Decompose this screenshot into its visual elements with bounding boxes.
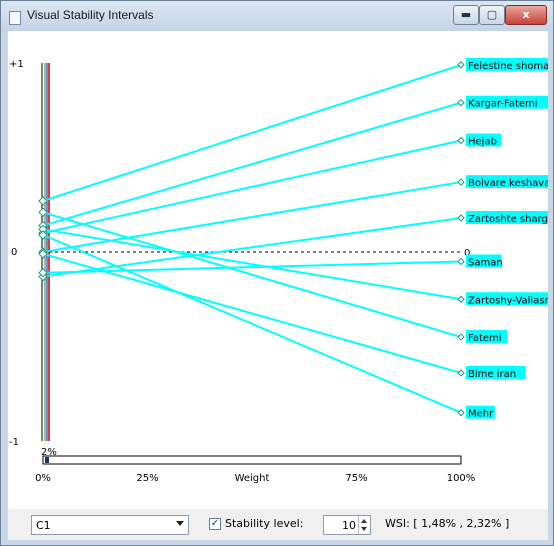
series-label: Mehr bbox=[468, 409, 494, 420]
x-tick-label: 75% bbox=[345, 473, 367, 484]
right-point-marker bbox=[457, 257, 465, 266]
minimize-button[interactable]: ▬ bbox=[453, 5, 479, 25]
x-tick-label: Weight bbox=[235, 473, 270, 484]
x-tick-label: 25% bbox=[136, 473, 158, 484]
bottom-toolbar: C1 ✓ Stability level: 10 WSI: [ 1,48% , … bbox=[8, 509, 548, 540]
right-point-marker bbox=[457, 333, 465, 341]
series-label: Hejab bbox=[468, 136, 497, 147]
y-zero-label: 0 bbox=[11, 247, 17, 258]
series-line bbox=[42, 63, 462, 202]
series-label: Bolvare keshavarz bbox=[468, 178, 548, 189]
series-line bbox=[42, 181, 462, 253]
series-line bbox=[42, 252, 462, 374]
maximize-icon: ▢ bbox=[486, 8, 498, 21]
series-line bbox=[42, 101, 462, 227]
close-button[interactable]: x bbox=[505, 5, 547, 25]
spinner-up-icon[interactable] bbox=[361, 519, 367, 523]
axis-layer bbox=[41, 63, 461, 441]
client-area: +1 0 -1 0 2% Felestine shomali Kargar-Fat… bbox=[8, 31, 554, 540]
series-line bbox=[42, 139, 462, 235]
criterion-value: C1 bbox=[36, 519, 51, 532]
series-label: Fatemi bbox=[468, 333, 502, 344]
series-label: Zartoshte sharghi bbox=[468, 214, 548, 225]
series-label: Bime iran bbox=[468, 369, 516, 380]
spinner-down-icon[interactable] bbox=[361, 527, 367, 531]
y-bottom-label: -1 bbox=[9, 437, 19, 448]
stability-level-spinner[interactable]: 10 bbox=[323, 515, 371, 535]
y-top-label: +1 bbox=[9, 59, 24, 70]
spinner-buttons[interactable] bbox=[358, 516, 370, 534]
right-point-marker bbox=[457, 136, 465, 145]
app-icon bbox=[9, 11, 21, 25]
left-point-marker bbox=[38, 207, 48, 218]
stability-chart: +1 0 -1 0 2% Felestine shomaliKargar-Fat… bbox=[9, 57, 554, 484]
window-title: Visual Stability Intervals bbox=[27, 8, 154, 22]
x-tick-label: 100% bbox=[447, 473, 476, 484]
right-point-marker bbox=[457, 98, 465, 107]
right-point-marker bbox=[457, 295, 465, 303]
right-point-marker bbox=[457, 408, 465, 417]
right-point-marker bbox=[457, 214, 465, 222]
series-line bbox=[42, 228, 462, 301]
right-point-marker bbox=[457, 369, 465, 377]
series-label: Felestine shomali bbox=[468, 61, 548, 72]
stability-window: Visual Stability Intervals ▬ ▢ x +1 0 -1… bbox=[0, 0, 554, 546]
weight-slider-thumb bbox=[45, 457, 49, 463]
right-point-marker bbox=[457, 178, 465, 186]
right-point-marker bbox=[457, 61, 465, 69]
minimize-icon: ▬ bbox=[460, 8, 472, 21]
weight-slider-track bbox=[42, 455, 462, 465]
stability-checkbox[interactable]: ✓ bbox=[209, 518, 221, 530]
maximize-button[interactable]: ▢ bbox=[479, 5, 505, 25]
series-line bbox=[42, 234, 462, 414]
criterion-dropdown[interactable]: C1 bbox=[31, 515, 189, 535]
weight-axis: 0% 25% Weight 75% 100% bbox=[35, 455, 476, 484]
title-bar[interactable]: Visual Stability Intervals ▬ ▢ x bbox=[1, 1, 553, 31]
left-point-marker bbox=[38, 196, 48, 206]
stability-level-value: 10 bbox=[342, 519, 356, 532]
wsi-readout: WSI: [ 1,48% , 2,32% ] bbox=[385, 517, 510, 530]
close-icon: x bbox=[522, 8, 530, 21]
stability-label: Stability level: bbox=[225, 517, 304, 530]
series-label: Saman bbox=[468, 257, 503, 268]
labels-layer: Felestine shomali Kargar-Fatemi Hejab Bolva… bbox=[466, 57, 554, 420]
x-tick-label: 0% bbox=[35, 473, 51, 484]
lines-layer bbox=[38, 61, 465, 417]
series-label: Kargar-Fatemi bbox=[468, 99, 538, 110]
series-line bbox=[42, 211, 462, 339]
series-label: Zartoshy-Valiasr bbox=[468, 295, 548, 306]
chevron-down-icon bbox=[176, 521, 184, 526]
